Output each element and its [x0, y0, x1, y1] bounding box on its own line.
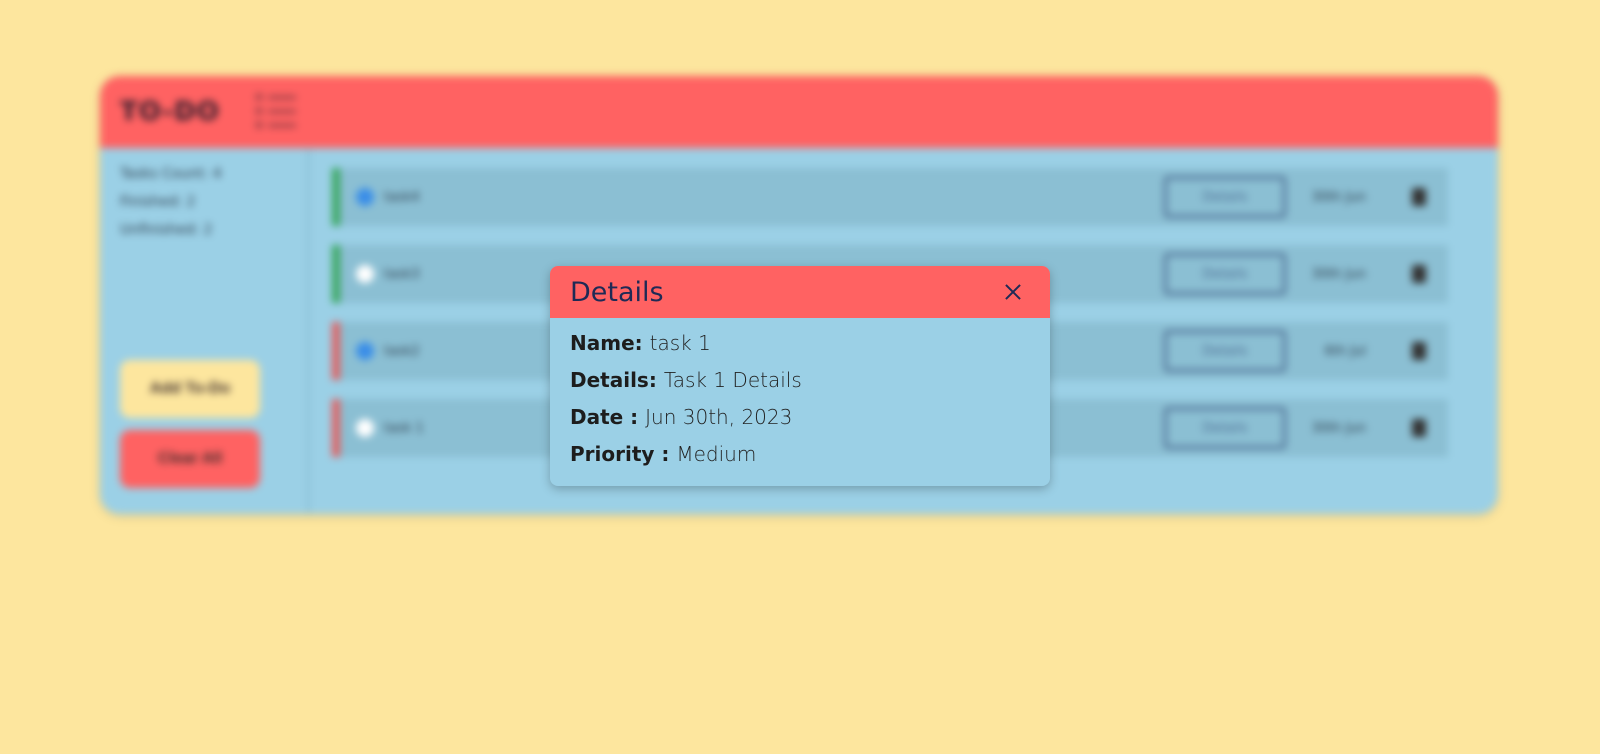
task-name: task4 — [384, 189, 420, 205]
task-details-button[interactable]: Details — [1164, 176, 1286, 218]
tasks-count: Tasks Count: 4 — [120, 166, 222, 182]
name-value: task 1 — [649, 331, 711, 355]
task-checkbox[interactable] — [356, 342, 374, 360]
task-row: task4 Details 30th Jun — [332, 168, 1448, 226]
task-details-button[interactable]: Details — [1164, 330, 1286, 372]
task-name: task 1 — [384, 420, 424, 436]
clear-all-button[interactable]: Clear All — [120, 430, 260, 488]
modal-body: Name: task 1 Details: Task 1 Details Dat… — [550, 318, 1050, 486]
modal-title: Details — [570, 276, 664, 308]
add-todo-button[interactable]: Add To-Do — [120, 360, 260, 418]
task-date: 6th Jul — [1324, 343, 1366, 359]
details-label: Details: — [570, 368, 664, 392]
trash-icon[interactable] — [1412, 419, 1426, 437]
list-icon — [255, 92, 296, 132]
priority-value: Medium — [676, 442, 757, 466]
unfinished-count: Unfinished: 2 — [120, 222, 213, 238]
task-checkbox[interactable] — [356, 419, 374, 437]
task-date: 30th Jun — [1311, 420, 1366, 436]
task-date: 30th Jun — [1311, 266, 1366, 282]
modal-header: Details — [550, 266, 1050, 318]
trash-icon[interactable] — [1412, 188, 1426, 206]
priority-label: Priority : — [570, 442, 677, 466]
details-value: Task 1 Details — [663, 368, 802, 392]
trash-icon[interactable] — [1412, 342, 1426, 360]
date-value: Jun 30th, 2023 — [645, 405, 793, 429]
detail-name-row: Name: task 1 — [570, 330, 1030, 367]
details-modal: Details Name: task 1 Details: Task 1 Det… — [550, 266, 1050, 486]
task-name: task2 — [384, 343, 420, 359]
detail-date-row: Date : Jun 30th, 2023 — [570, 404, 1030, 441]
detail-details-row: Details: Task 1 Details — [570, 367, 1030, 404]
date-label: Date : — [570, 405, 646, 429]
task-checkbox[interactable] — [356, 188, 374, 206]
detail-priority-row: Priority : Medium — [570, 441, 1030, 478]
task-details-button[interactable]: Details — [1164, 407, 1286, 449]
name-label: Name: — [570, 331, 650, 355]
task-name: task3 — [384, 266, 420, 282]
sidebar: Tasks Count: 4 Finished: 2 Unfinished: 2… — [100, 148, 310, 514]
trash-icon[interactable] — [1412, 265, 1426, 283]
finished-count: Finished: 2 — [120, 194, 196, 210]
close-icon[interactable] — [1000, 279, 1026, 305]
task-checkbox[interactable] — [356, 265, 374, 283]
app-title: TO-DO — [120, 97, 220, 127]
task-date: 30th Jun — [1311, 189, 1366, 205]
app-header: TO-DO — [100, 76, 1498, 148]
task-details-button[interactable]: Details — [1164, 253, 1286, 295]
